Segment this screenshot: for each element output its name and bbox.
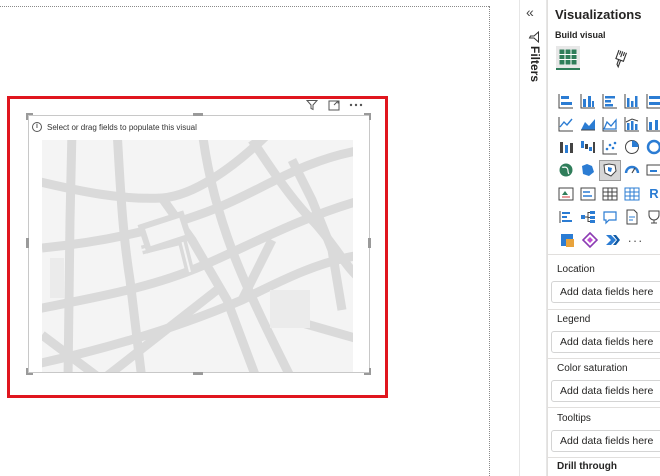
more-visuals-button[interactable]: ··· — [624, 230, 647, 251]
well-label-legend: Legend — [557, 314, 591, 325]
well-divider — [547, 457, 660, 458]
well-color-saturation-drop-zone[interactable]: Add data fields here — [551, 380, 660, 402]
resize-handle-bottom-right[interactable] — [364, 368, 371, 375]
kpi-icon[interactable] — [555, 183, 577, 204]
r-script-visual-icon[interactable]: R — [643, 183, 660, 204]
resize-handle-right[interactable] — [368, 238, 371, 248]
empty-visual-hint: i Select or drag fields to populate this… — [32, 120, 197, 134]
clustered-bar-chart-icon[interactable] — [599, 90, 621, 111]
report-canvas[interactable]: i Select or drag fields to populate this… — [0, 0, 519, 476]
gallery-divider — [547, 254, 660, 255]
well-legend-drop-zone[interactable]: Add data fields here — [551, 331, 660, 353]
decomposition-tree-icon[interactable] — [577, 206, 599, 227]
gauge-icon[interactable] — [621, 160, 643, 181]
focus-mode-icon[interactable] — [327, 98, 341, 112]
visualizations-pane: Visualizations Build visual R ··· Locati… — [547, 0, 660, 476]
well-label-tooltips: Tooltips — [557, 413, 591, 424]
smart-narrative-icon[interactable] — [621, 206, 643, 227]
street-map-illustration — [42, 140, 353, 372]
qna-icon[interactable] — [599, 206, 621, 227]
ribbon-chart-icon[interactable] — [555, 137, 577, 158]
paintbrush-icon — [615, 49, 628, 69]
stacked-area-chart-icon[interactable] — [599, 113, 621, 134]
donut-chart-icon[interactable] — [643, 137, 660, 158]
well-tooltips-drop-zone[interactable]: Add data fields here — [551, 430, 660, 452]
build-visual-label: Build visual — [555, 30, 606, 40]
collapse-pane-button[interactable]: « — [526, 4, 534, 20]
stacked-bar-chart-icon[interactable] — [555, 90, 577, 111]
pane-title: Visualizations — [555, 7, 642, 22]
well-location-drop-zone[interactable]: Add data fields here — [551, 281, 660, 303]
power-apps-icon[interactable] — [578, 230, 601, 251]
card-icon[interactable] — [643, 160, 660, 181]
filled-map-icon[interactable] — [577, 160, 599, 181]
table-build-icon — [559, 49, 577, 65]
info-icon: i — [32, 122, 42, 132]
table-icon[interactable] — [599, 183, 621, 204]
hint-text: Select or drag fields to populate this v… — [47, 122, 197, 132]
paginated-report-icon[interactable] — [555, 230, 578, 251]
pie-chart-icon[interactable] — [621, 137, 643, 158]
matrix-icon[interactable] — [621, 183, 643, 204]
line-chart-icon[interactable] — [555, 113, 577, 134]
pane-border — [547, 0, 548, 476]
resize-handle-top[interactable] — [193, 113, 203, 116]
map-visual-icon[interactable] — [555, 160, 577, 181]
goals-icon[interactable] — [643, 206, 660, 227]
more-options-icon[interactable] — [349, 98, 363, 112]
power-automate-icon[interactable] — [601, 230, 624, 251]
waterfall-chart-icon[interactable] — [577, 137, 599, 158]
resize-handle-bottom-left[interactable] — [26, 368, 33, 375]
format-visual-button[interactable] — [609, 48, 631, 70]
drill-through-header[interactable]: Drill through — [557, 461, 617, 472]
line-and-stacked-column-chart-icon[interactable] — [643, 113, 660, 134]
visual-header — [305, 97, 369, 113]
scatter-chart-icon[interactable] — [599, 137, 621, 158]
well-label-color-saturation: Color saturation — [557, 363, 628, 374]
resize-handle-top-right[interactable] — [364, 113, 371, 120]
resize-handle-bottom[interactable] — [193, 372, 203, 375]
powerbi-window: i Select or drag fields to populate this… — [0, 0, 660, 476]
build-visual-button[interactable] — [556, 46, 580, 70]
stacked-bar-100-chart-icon[interactable] — [643, 90, 660, 111]
clustered-column-chart-icon[interactable] — [621, 90, 643, 111]
well-divider — [547, 358, 660, 359]
map-placeholder-image — [42, 140, 353, 372]
key-influencers-icon[interactable] — [555, 206, 577, 227]
multi-row-card-icon[interactable] — [577, 183, 599, 204]
filter-icon[interactable] — [305, 98, 319, 112]
filters-label[interactable]: Filters — [528, 46, 542, 82]
well-divider — [547, 407, 660, 408]
resize-handle-top-left[interactable] — [26, 113, 33, 120]
canvas-border-top — [0, 6, 489, 7]
well-divider — [547, 309, 660, 310]
stacked-column-chart-icon[interactable] — [577, 90, 599, 111]
visual-gallery: R ··· — [555, 90, 660, 253]
shape-map-icon[interactable] — [598, 159, 622, 181]
resize-handle-left[interactable] — [26, 238, 29, 248]
line-and-column-chart-icon[interactable] — [621, 113, 643, 134]
canvas-border-right — [489, 6, 490, 476]
filter-funnel-icon[interactable] — [528, 30, 540, 44]
well-label-location: Location — [557, 264, 595, 275]
area-chart-icon[interactable] — [577, 113, 599, 134]
